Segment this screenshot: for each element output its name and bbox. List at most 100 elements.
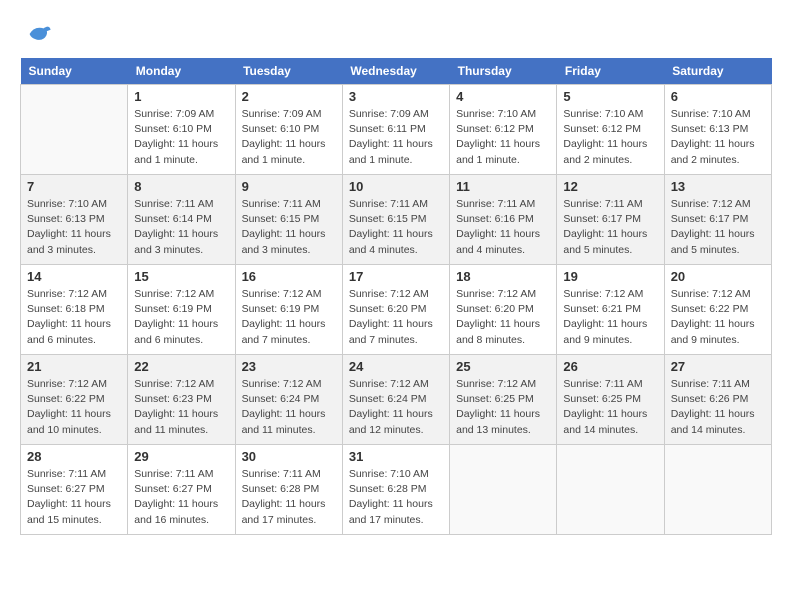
day-info: Sunrise: 7:11 AMSunset: 6:15 PMDaylight:… <box>349 197 443 258</box>
day-number: 6 <box>671 89 765 104</box>
calendar-cell <box>450 445 557 535</box>
calendar-week-row: 14 Sunrise: 7:12 AMSunset: 6:18 PMDayligh… <box>21 265 772 355</box>
calendar-cell: 31 Sunrise: 7:10 AMSunset: 6:28 PMDayligh… <box>342 445 449 535</box>
calendar-cell: 6Sunrise: 7:10 AMSunset: 6:13 PMDaylight… <box>664 85 771 175</box>
day-number: 20 <box>671 269 765 284</box>
day-number: 25 <box>456 359 550 374</box>
header-thursday: Thursday <box>450 58 557 85</box>
calendar-week-row: 21Sunrise: 7:12 AMSunset: 6:22 PMDayligh… <box>21 355 772 445</box>
calendar-cell: 3 Sunrise: 7:09 AMSunset: 6:11 PMDaylight… <box>342 85 449 175</box>
day-info: Sunrise: 7:09 AMSunset: 6:11 PMDaylight:… <box>349 107 443 168</box>
calendar-cell: 5Sunrise: 7:10 AMSunset: 6:12 PMDaylight… <box>557 85 664 175</box>
calendar-cell: 29 Sunrise: 7:11 AMSunset: 6:27 PMDayligh… <box>128 445 235 535</box>
day-info: Sunrise: 7:12 AMSunset: 6:21 PMDaylight:… <box>563 287 657 348</box>
calendar-cell: 8 Sunrise: 7:11 AMSunset: 6:14 PMDaylight… <box>128 175 235 265</box>
calendar-cell: 12Sunrise: 7:11 AMSunset: 6:17 PMDayligh… <box>557 175 664 265</box>
day-number: 1 <box>134 89 228 104</box>
day-info: Sunrise: 7:12 AMSunset: 6:17 PMDaylight:… <box>671 197 765 258</box>
day-info: Sunrise: 7:11 AMSunset: 6:28 PMDaylight:… <box>242 467 336 528</box>
calendar-cell <box>664 445 771 535</box>
day-info: Sunrise: 7:11 AMSunset: 6:26 PMDaylight:… <box>671 377 765 438</box>
calendar-cell: 23 Sunrise: 7:12 AMSunset: 6:24 PMDayligh… <box>235 355 342 445</box>
calendar-cell: 1 Sunrise: 7:09 AMSunset: 6:10 PMDaylight… <box>128 85 235 175</box>
calendar-cell: 11Sunrise: 7:11 AMSunset: 6:16 PMDayligh… <box>450 175 557 265</box>
day-info: Sunrise: 7:12 AMSunset: 6:19 PMDaylight:… <box>242 287 336 348</box>
day-info: Sunrise: 7:11 AMSunset: 6:25 PMDaylight:… <box>563 377 657 438</box>
page-header <box>20 20 772 48</box>
day-number: 16 <box>242 269 336 284</box>
calendar-cell: 25 Sunrise: 7:12 AMSunset: 6:25 PMDayligh… <box>450 355 557 445</box>
calendar-cell: 27 Sunrise: 7:11 AMSunset: 6:26 PMDayligh… <box>664 355 771 445</box>
calendar-cell: 13Sunrise: 7:12 AMSunset: 6:17 PMDayligh… <box>664 175 771 265</box>
day-info: Sunrise: 7:11 AMSunset: 6:27 PMDaylight:… <box>27 467 121 528</box>
calendar-week-row: 7Sunrise: 7:10 AMSunset: 6:13 PMDaylight… <box>21 175 772 265</box>
day-number: 2 <box>242 89 336 104</box>
header-sunday: Sunday <box>21 58 128 85</box>
day-number: 11 <box>456 179 550 194</box>
day-info: Sunrise: 7:12 AMSunset: 6:22 PMDaylight:… <box>671 287 765 348</box>
calendar-table: SundayMondayTuesdayWednesdayThursdayFrid… <box>20 58 772 535</box>
day-number: 22 <box>134 359 228 374</box>
day-info: Sunrise: 7:11 AMSunset: 6:14 PMDaylight:… <box>134 197 228 258</box>
day-info: Sunrise: 7:12 AMSunset: 6:25 PMDaylight:… <box>456 377 550 438</box>
calendar-cell: 14 Sunrise: 7:12 AMSunset: 6:18 PMDayligh… <box>21 265 128 355</box>
header-tuesday: Tuesday <box>235 58 342 85</box>
day-number: 7 <box>27 179 121 194</box>
calendar-cell: 17 Sunrise: 7:12 AMSunset: 6:20 PMDayligh… <box>342 265 449 355</box>
day-number: 27 <box>671 359 765 374</box>
day-info: Sunrise: 7:12 AMSunset: 6:22 PMDaylight:… <box>27 377 121 438</box>
day-number: 8 <box>134 179 228 194</box>
calendar-week-row: 28 Sunrise: 7:11 AMSunset: 6:27 PMDayligh… <box>21 445 772 535</box>
calendar-week-row: 1 Sunrise: 7:09 AMSunset: 6:10 PMDaylight… <box>21 85 772 175</box>
day-info: Sunrise: 7:10 AMSunset: 6:28 PMDaylight:… <box>349 467 443 528</box>
day-info: Sunrise: 7:09 AMSunset: 6:10 PMDaylight:… <box>242 107 336 168</box>
calendar-cell: 2 Sunrise: 7:09 AMSunset: 6:10 PMDaylight… <box>235 85 342 175</box>
day-number: 24 <box>349 359 443 374</box>
day-info: Sunrise: 7:12 AMSunset: 6:18 PMDaylight:… <box>27 287 121 348</box>
day-info: Sunrise: 7:12 AMSunset: 6:20 PMDaylight:… <box>456 287 550 348</box>
calendar-cell: 15 Sunrise: 7:12 AMSunset: 6:19 PMDayligh… <box>128 265 235 355</box>
header-saturday: Saturday <box>664 58 771 85</box>
calendar-cell: 19 Sunrise: 7:12 AMSunset: 6:21 PMDayligh… <box>557 265 664 355</box>
calendar-cell: 7Sunrise: 7:10 AMSunset: 6:13 PMDaylight… <box>21 175 128 265</box>
calendar-cell: 28 Sunrise: 7:11 AMSunset: 6:27 PMDayligh… <box>21 445 128 535</box>
calendar-cell: 21Sunrise: 7:12 AMSunset: 6:22 PMDayligh… <box>21 355 128 445</box>
day-info: Sunrise: 7:12 AMSunset: 6:20 PMDaylight:… <box>349 287 443 348</box>
day-number: 3 <box>349 89 443 104</box>
day-info: Sunrise: 7:11 AMSunset: 6:27 PMDaylight:… <box>134 467 228 528</box>
calendar-cell: 4 Sunrise: 7:10 AMSunset: 6:12 PMDaylight… <box>450 85 557 175</box>
day-info: Sunrise: 7:12 AMSunset: 6:19 PMDaylight:… <box>134 287 228 348</box>
day-number: 10 <box>349 179 443 194</box>
day-info: Sunrise: 7:09 AMSunset: 6:10 PMDaylight:… <box>134 107 228 168</box>
day-info: Sunrise: 7:11 AMSunset: 6:15 PMDaylight:… <box>242 197 336 258</box>
day-info: Sunrise: 7:11 AMSunset: 6:17 PMDaylight:… <box>563 197 657 258</box>
day-info: Sunrise: 7:12 AMSunset: 6:24 PMDaylight:… <box>349 377 443 438</box>
day-number: 15 <box>134 269 228 284</box>
calendar-cell: 24 Sunrise: 7:12 AMSunset: 6:24 PMDayligh… <box>342 355 449 445</box>
day-info: Sunrise: 7:12 AMSunset: 6:23 PMDaylight:… <box>134 377 228 438</box>
header-wednesday: Wednesday <box>342 58 449 85</box>
calendar-cell: 20 Sunrise: 7:12 AMSunset: 6:22 PMDayligh… <box>664 265 771 355</box>
day-number: 18 <box>456 269 550 284</box>
day-number: 30 <box>242 449 336 464</box>
calendar-cell <box>557 445 664 535</box>
calendar-cell: 22 Sunrise: 7:12 AMSunset: 6:23 PMDayligh… <box>128 355 235 445</box>
day-number: 19 <box>563 269 657 284</box>
logo-bird-icon <box>24 20 52 48</box>
day-number: 26 <box>563 359 657 374</box>
calendar-cell: 26 Sunrise: 7:11 AMSunset: 6:25 PMDayligh… <box>557 355 664 445</box>
day-number: 14 <box>27 269 121 284</box>
day-number: 4 <box>456 89 550 104</box>
calendar-cell: 9Sunrise: 7:11 AMSunset: 6:15 PMDaylight… <box>235 175 342 265</box>
calendar-header-row: SundayMondayTuesdayWednesdayThursdayFrid… <box>21 58 772 85</box>
day-number: 28 <box>27 449 121 464</box>
calendar-cell: 16 Sunrise: 7:12 AMSunset: 6:19 PMDayligh… <box>235 265 342 355</box>
logo <box>20 20 52 48</box>
day-info: Sunrise: 7:12 AMSunset: 6:24 PMDaylight:… <box>242 377 336 438</box>
day-number: 23 <box>242 359 336 374</box>
day-number: 31 <box>349 449 443 464</box>
calendar-cell: 10 Sunrise: 7:11 AMSunset: 6:15 PMDayligh… <box>342 175 449 265</box>
day-number: 17 <box>349 269 443 284</box>
day-info: Sunrise: 7:10 AMSunset: 6:12 PMDaylight:… <box>456 107 550 168</box>
day-number: 29 <box>134 449 228 464</box>
